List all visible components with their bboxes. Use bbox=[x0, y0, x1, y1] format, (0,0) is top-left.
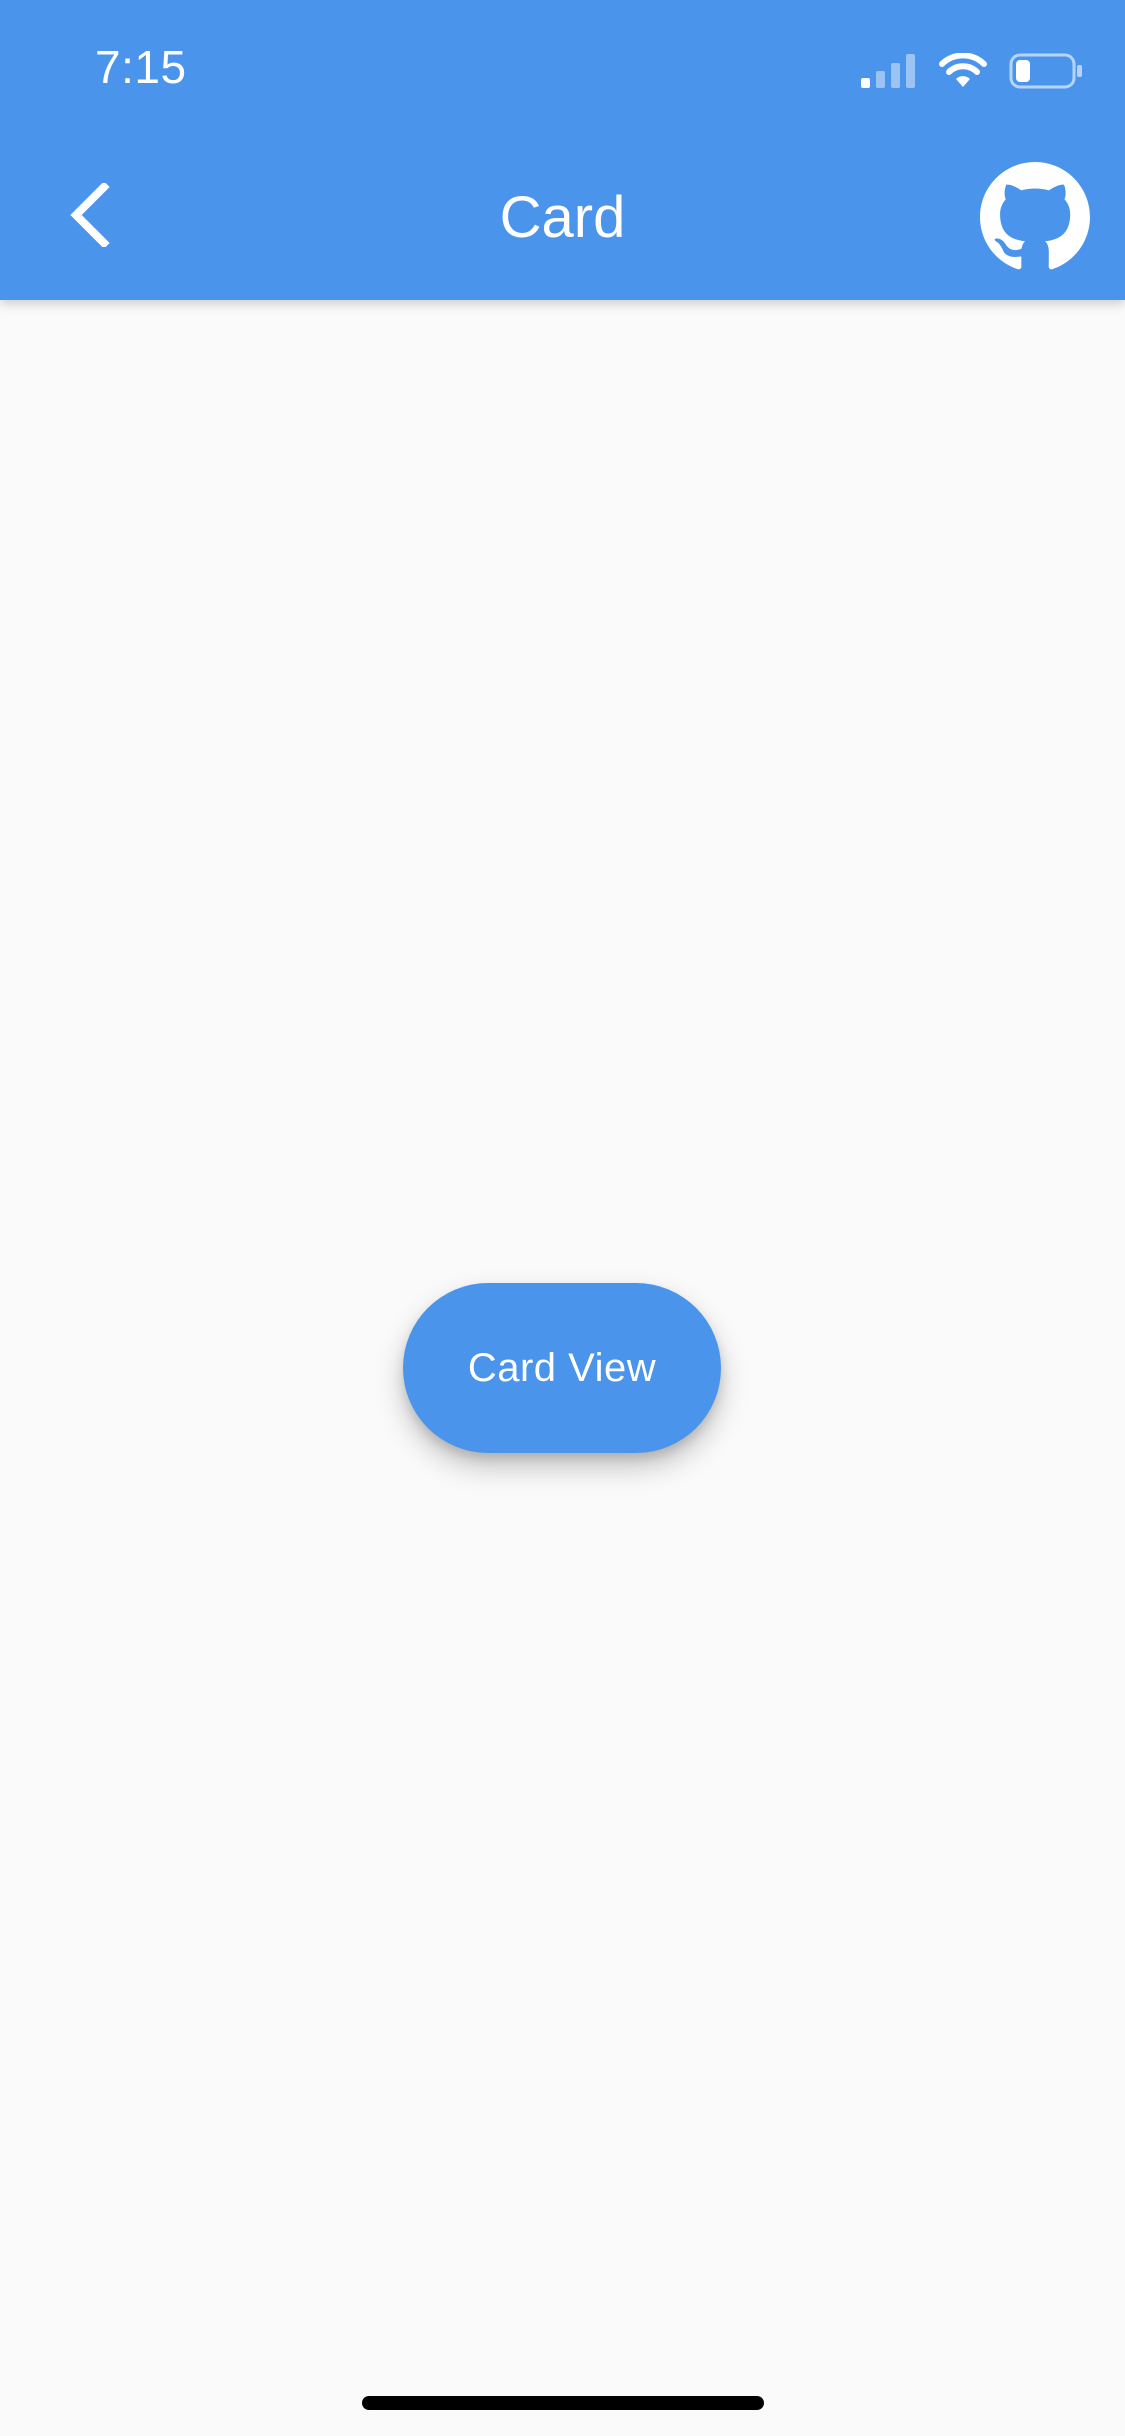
cellular-signal-icon bbox=[861, 54, 915, 88]
chevron-left-icon bbox=[70, 183, 110, 247]
back-button[interactable] bbox=[55, 175, 125, 255]
app-bar: 7:15 Card bbox=[0, 0, 1125, 300]
wifi-icon bbox=[939, 53, 987, 87]
battery-icon bbox=[1009, 53, 1082, 89]
status-time: 7:15 bbox=[95, 41, 187, 93]
status-icons bbox=[861, 48, 1083, 94]
github-octocat-icon bbox=[980, 162, 1090, 270]
page-title: Card bbox=[499, 185, 626, 250]
github-button[interactable] bbox=[980, 162, 1090, 272]
card-view-button[interactable]: Card View bbox=[403, 1283, 721, 1453]
content-area: Card View bbox=[0, 300, 1125, 2436]
home-indicator[interactable] bbox=[362, 2396, 764, 2410]
